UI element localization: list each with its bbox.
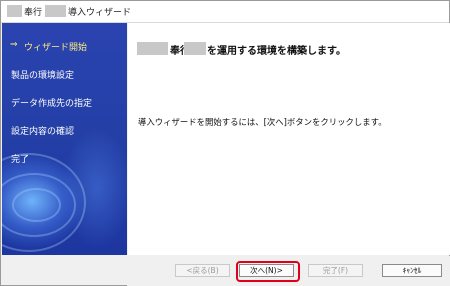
title-bar: 奉行 導入ウィザード xyxy=(1,1,449,23)
step-finish: 完了 xyxy=(11,155,30,165)
step-wizard-start: ウィザード開始 xyxy=(24,43,88,53)
window-title: 導入ウィザード xyxy=(68,8,132,18)
step-data-destination: データ作成先の指定 xyxy=(11,99,93,109)
wizard-content: 奉行 を運用する環境を構築します。 導入ウィザードを開始するには、[次へ]ボタン… xyxy=(128,23,450,255)
finish-button[interactable]: 完了(F) xyxy=(308,264,363,277)
window-title-prefix: 奉行 xyxy=(24,8,43,18)
step-product-environment: 製品の環境設定 xyxy=(11,71,75,81)
decorative-swirl xyxy=(12,188,61,222)
instruction-text: 導入ウィザードを開始するには、[次へ]ボタンをクリックします。 xyxy=(138,117,387,127)
wizard-window: 奉行 導入ウィザード ⇒ ウィザード開始 製品の環境設定 データ作成先の指定 設… xyxy=(0,0,450,286)
step-confirm-settings: 設定内容の確認 xyxy=(11,127,75,137)
redacted-edition-name xyxy=(184,42,206,55)
wizard-steps-sidebar: ⇒ ウィザード開始 製品の環境設定 データ作成先の指定 設定内容の確認 完了 xyxy=(2,23,127,255)
redacted-edition-name xyxy=(45,5,66,17)
cancel-button[interactable]: ｷｬﾝｾﾙ xyxy=(382,264,442,277)
redacted-product-name xyxy=(7,5,22,17)
current-step-arrow-icon: ⇒ xyxy=(10,40,18,50)
next-button-highlight xyxy=(236,261,300,282)
back-button[interactable]: <戻る(B) xyxy=(175,264,230,277)
page-heading: を運用する環境を構築します。 xyxy=(207,46,346,57)
redacted-product-name xyxy=(137,42,168,55)
button-bar: <戻る(B) 次へ(N)> 完了(F) ｷｬﾝｾﾙ xyxy=(127,256,450,286)
